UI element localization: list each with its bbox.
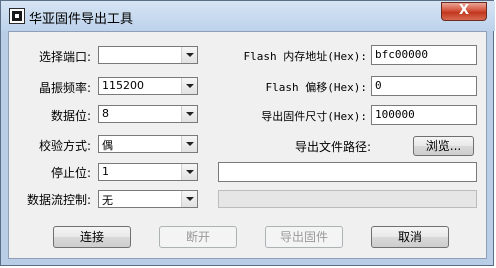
flow-control-value: 无 bbox=[102, 194, 113, 207]
chevron-down-icon[interactable] bbox=[181, 191, 197, 207]
disconnect-button[interactable]: 断开 bbox=[159, 226, 237, 248]
export-path-label: 导出文件路径: bbox=[295, 140, 372, 154]
stop-bits-select[interactable]: 1 bbox=[98, 163, 198, 181]
flow-control-label: 数据流控制: bbox=[26, 193, 91, 207]
parity-value: 偶 bbox=[102, 139, 113, 152]
flash-offset-value: 0 bbox=[375, 79, 382, 92]
data-bits-label: 数据位: bbox=[50, 109, 91, 123]
chevron-down-icon[interactable] bbox=[181, 47, 197, 63]
chevron-down-icon[interactable] bbox=[181, 164, 197, 180]
serial-port-select[interactable] bbox=[98, 46, 198, 64]
window-title: 华亚固件导出工具 bbox=[29, 12, 134, 27]
baud-rate-select[interactable]: 115200 bbox=[98, 77, 198, 95]
baud-rate-value: 115200 bbox=[102, 79, 144, 92]
serial-port-label: 选择端口: bbox=[38, 50, 91, 64]
app-icon bbox=[9, 8, 25, 24]
flash-base-value: bfc00000 bbox=[375, 48, 428, 61]
flow-control-select[interactable]: 无 bbox=[98, 190, 198, 208]
export-size-value: 100000 bbox=[375, 108, 415, 121]
browse-button[interactable]: 浏览... bbox=[413, 136, 474, 156]
flash-base-label: Flash 内存地址(Hex): bbox=[243, 50, 367, 63]
export-firmware-button[interactable]: 导出固件 bbox=[265, 226, 343, 248]
parity-label: 校验方式: bbox=[38, 139, 91, 153]
parity-select[interactable]: 偶 bbox=[98, 135, 198, 153]
flash-offset-input[interactable]: 0 bbox=[371, 76, 477, 96]
cancel-button[interactable]: 取消 bbox=[371, 226, 449, 248]
data-bits-value: 8 bbox=[102, 107, 109, 120]
flash-offset-label: Flash 偏移(Hex): bbox=[265, 81, 367, 94]
title-bar[interactable]: 华亚固件导出工具 X bbox=[1, 1, 495, 31]
app-window: 华亚固件导出工具 X 选择端口: 晶振频率: 115200 数据位: 8 校验方… bbox=[0, 0, 495, 266]
data-bits-select[interactable]: 8 bbox=[98, 105, 198, 123]
export-progress-bar bbox=[218, 190, 477, 208]
connect-button[interactable]: 连接 bbox=[53, 226, 131, 248]
export-size-label: 导出固件尺寸(Hex): bbox=[261, 110, 367, 123]
stop-bits-label: 停止位: bbox=[50, 166, 91, 180]
export-size-input[interactable]: 100000 bbox=[371, 105, 477, 125]
chevron-down-icon[interactable] bbox=[181, 78, 197, 94]
stop-bits-value: 1 bbox=[102, 165, 109, 178]
close-button[interactable]: X bbox=[441, 2, 487, 21]
flash-base-input[interactable]: bfc00000 bbox=[371, 45, 477, 65]
chevron-down-icon[interactable] bbox=[181, 106, 197, 122]
chevron-down-icon[interactable] bbox=[181, 136, 197, 152]
dialog-body: 选择端口: 晶振频率: 115200 数据位: 8 校验方式: 偶 停止位: 1… bbox=[8, 31, 487, 259]
baud-rate-label: 晶振频率: bbox=[38, 81, 91, 95]
export-path-input[interactable] bbox=[218, 162, 477, 182]
